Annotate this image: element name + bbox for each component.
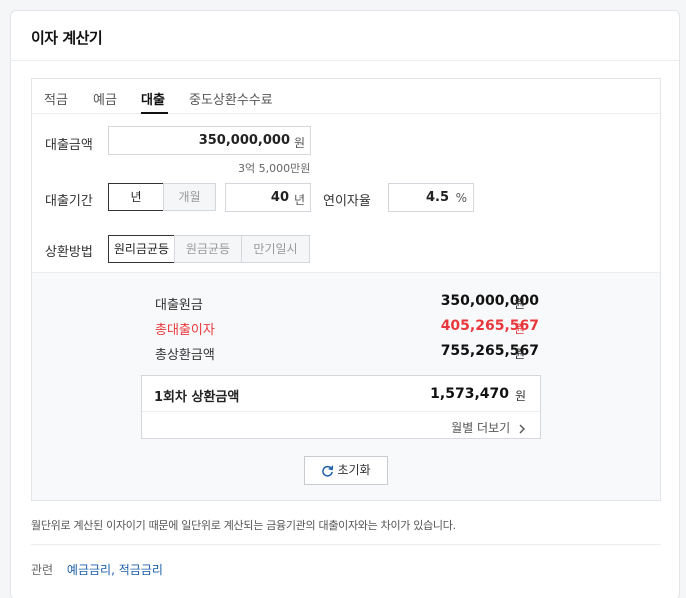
tab-prepayment-fee[interactable]: 중도상환수수료 [189,89,273,108]
interest-calculator-card: 이자 계산기 적금 예금 대출 중도상환수수료 대출금액 350,000,000… [10,10,680,598]
loan-amount-hint: 3억 5,000만원 [238,162,311,175]
loan-amount-input[interactable]: 350,000,000 원 [108,126,311,155]
related-separator: , [111,563,115,577]
loan-period-input[interactable]: 40 년 [225,183,311,212]
loan-period-unit: 년 [293,193,305,207]
related-label: 관련 [31,563,54,577]
period-unit-month[interactable]: 개월 [163,183,216,211]
related-link-deposit-rate[interactable]: 예금금리 [67,563,111,577]
first-installment-row: 1회차 상환금액 1,573,470 원 [142,376,540,412]
total-interest-unit: 원 [514,322,526,336]
total-repayment-label: 총상환금액 [155,348,215,363]
first-installment-value: 1,573,470 [430,386,509,402]
interest-rate-unit: % [455,191,467,205]
monthly-more-label: 월별 더보기 [451,421,511,435]
related-link-savings-rate[interactable]: 적금금리 [119,563,163,577]
active-tab-indicator [141,112,168,114]
period-unit-year[interactable]: 년 [108,183,164,211]
interest-rate-value: 4.5 [425,190,449,205]
reset-label: 초기화 [337,463,371,477]
loan-amount-unit: 원 [293,136,305,150]
result-area: 대출원금 350,000,000 원 총대출이자 405,265,567 원 총… [32,272,660,500]
tab-deposit[interactable]: 예금 [93,89,117,108]
calculator-tabs: 적금 예금 대출 중도상환수수료 [32,79,660,114]
loan-period-label: 대출기간 [45,194,93,209]
related-links: 관련 예금금리, 적금금리 [31,561,163,578]
card-title: 이자 계산기 [31,29,103,47]
repayment-equal-principal[interactable]: 원금균등 [174,235,242,263]
interest-rate-label: 연이자율 [323,194,371,209]
calculator-panel: 적금 예금 대출 중도상환수수료 대출금액 350,000,000 원 3억 5… [31,78,661,501]
reset-button[interactable]: 초기화 [304,456,388,485]
card-header: 이자 계산기 [11,11,679,61]
tab-savings[interactable]: 적금 [44,89,68,108]
chevron-right-icon [519,424,525,433]
interest-rate-input[interactable]: 4.5 % [388,183,474,212]
loan-amount-value: 350,000,000 [198,133,290,148]
principal-unit: 원 [514,297,526,311]
loan-period-value: 40 [270,190,289,205]
repayment-method-label: 상환방법 [45,245,93,260]
disclaimer-notice: 월단위로 계산된 이자이기 때문에 일단위로 계산되는 금융기관의 대출이자와는… [31,519,456,532]
loan-amount-label: 대출금액 [45,138,93,153]
total-interest-label: 총대출이자 [155,323,215,338]
first-installment-unit: 원 [514,389,526,403]
tab-loan[interactable]: 대출 [141,89,165,108]
monthly-more-link[interactable]: 월별 더보기 [451,419,526,436]
repayment-equal-installment[interactable]: 원리금균등 [108,235,175,263]
total-repayment-unit: 원 [514,347,526,361]
repayment-bullet[interactable]: 만기일시 [241,235,310,263]
refresh-icon [322,465,334,477]
installment-box: 1회차 상환금액 1,573,470 원 월별 더보기 [141,375,541,439]
principal-label: 대출원금 [155,298,203,313]
first-installment-label: 1회차 상환금액 [154,390,240,405]
divider [31,544,661,545]
